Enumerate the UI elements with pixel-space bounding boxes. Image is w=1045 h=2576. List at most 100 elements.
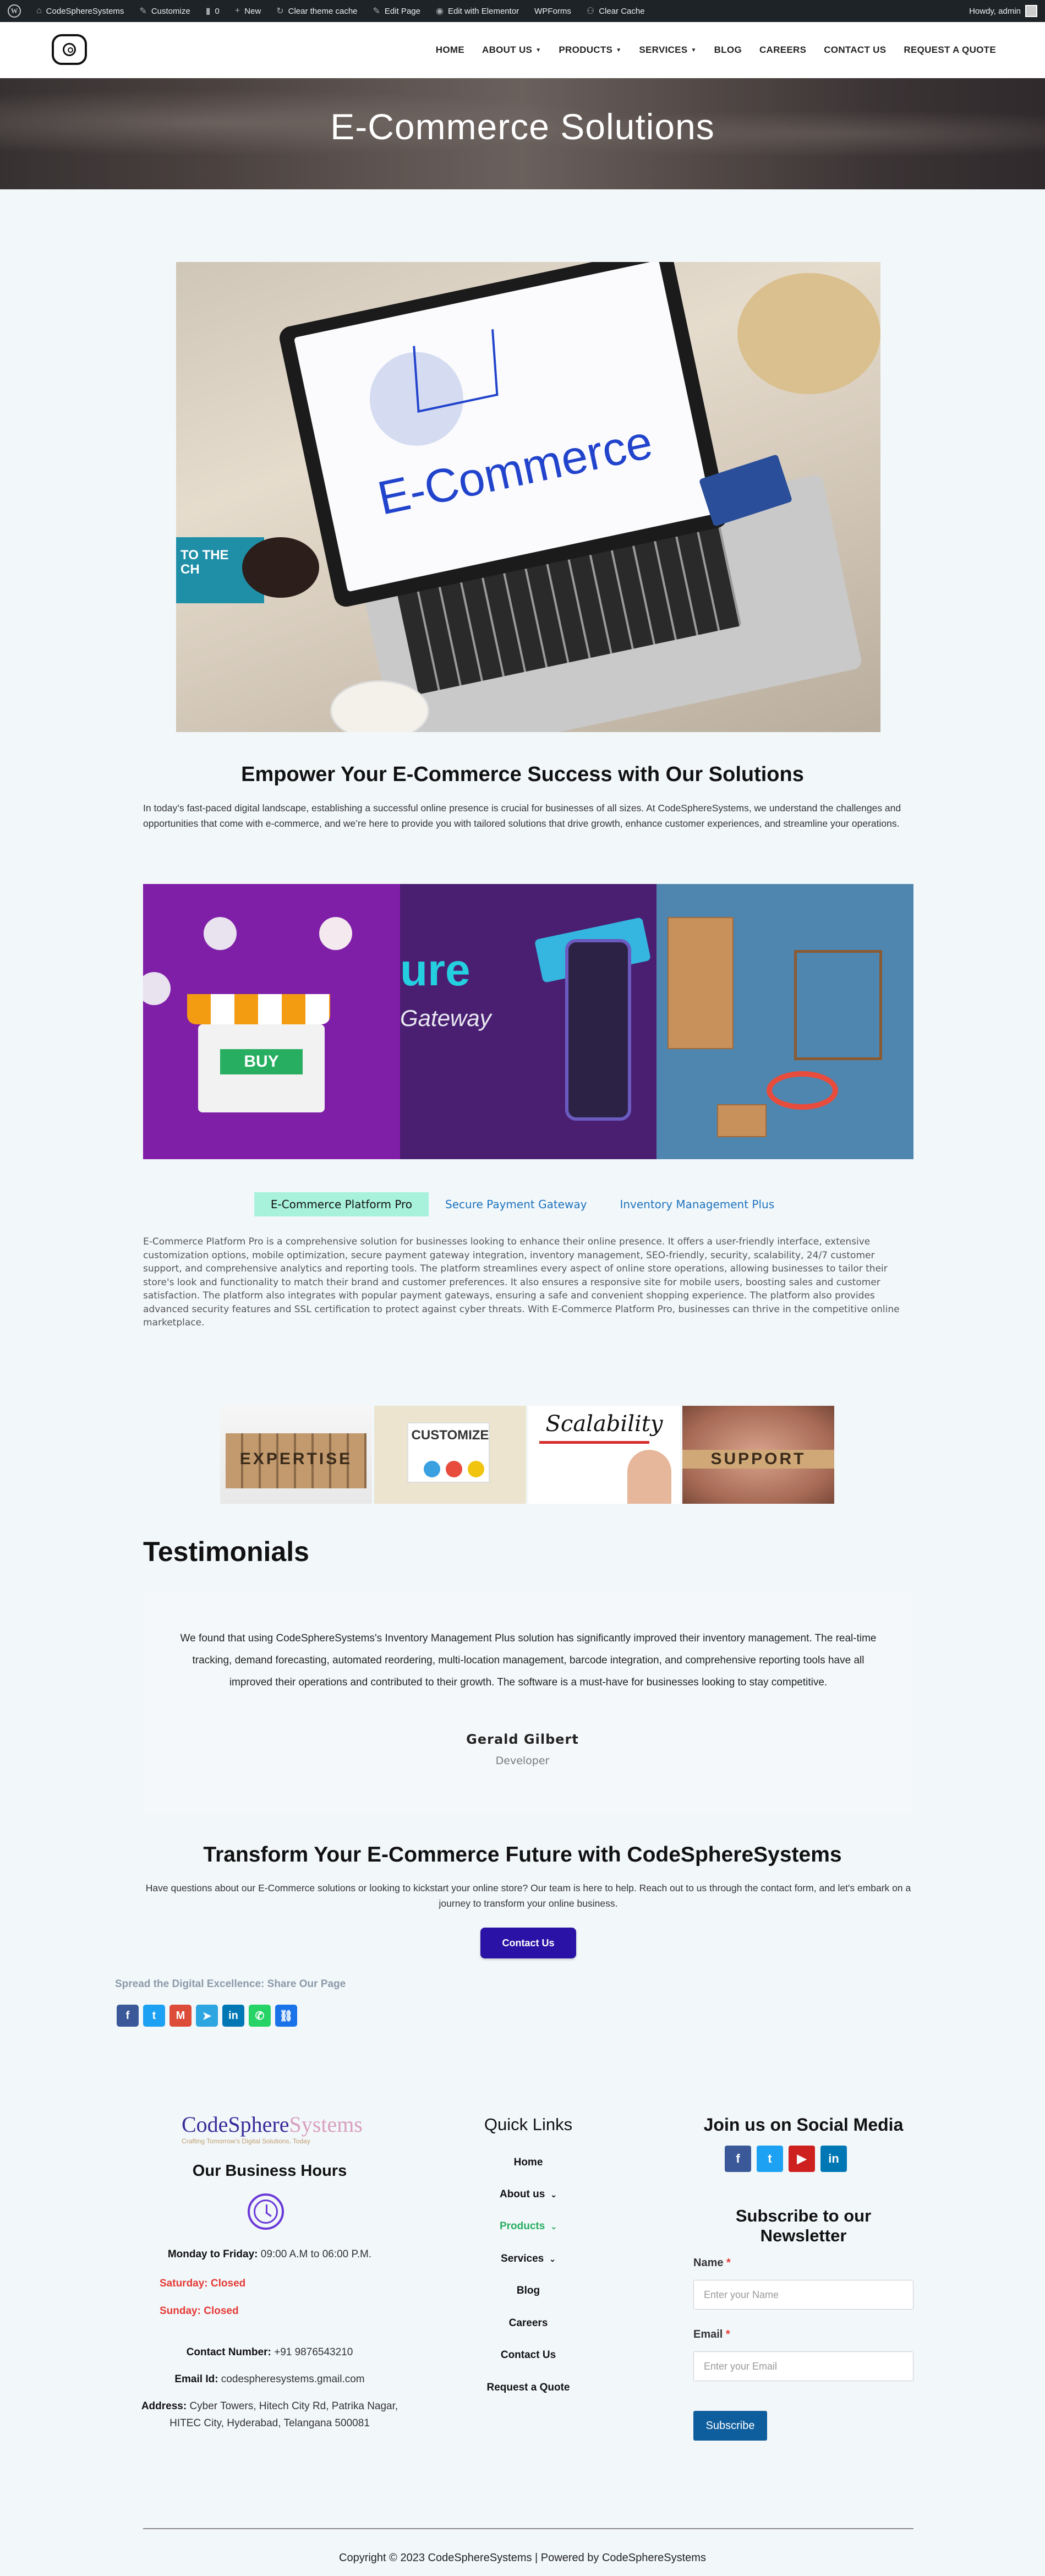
share-twitter-icon[interactable]: t: [143, 2005, 165, 2027]
nav-products[interactable]: PRODUCTS ▼: [550, 45, 630, 56]
warehouse-shelf: [794, 950, 882, 1060]
youtube-icon[interactable]: ▶: [789, 2146, 815, 2172]
admin-comments[interactable]: ▮ 0: [198, 0, 227, 22]
banner-inventory-panel: [656, 884, 913, 1159]
footer-link-contact-us[interactable]: Contact Us: [473, 2349, 583, 2361]
share-telegram-icon[interactable]: ➤: [196, 2005, 218, 2027]
hand-image: [627, 1450, 671, 1504]
customize-dot-yellow: [468, 1461, 484, 1477]
cta-heading: Transform Your E-Commerce Future with Co…: [203, 1843, 842, 1866]
share-whatsapp-icon[interactable]: ✆: [249, 2005, 271, 2027]
testimonial-card: [143, 1592, 913, 1814]
shop-awning: [187, 994, 330, 1024]
linkedin-icon[interactable]: in: [820, 2146, 847, 2172]
payment-word: ure: [400, 945, 470, 995]
clock-icon: [248, 2193, 284, 2230]
email-field-label: Email *: [693, 2328, 730, 2340]
tab-inventory-management-plus[interactable]: Inventory Management Plus: [603, 1192, 791, 1216]
admin-clear-cache[interactable]: ⚇ Clear Cache: [579, 0, 653, 22]
admin-wpforms[interactable]: WPForms: [527, 0, 579, 22]
site-logo[interactable]: [52, 34, 87, 65]
box-small: [717, 1104, 767, 1137]
chevron-down-icon: ⌄: [550, 2190, 557, 2199]
share-title: Spread the Digital Excellence: Share Our…: [115, 1978, 346, 1990]
subscribe-button[interactable]: Subscribe: [693, 2411, 767, 2441]
footer-logo[interactable]: CodeSphereSystems: [182, 2111, 363, 2137]
cache-icon: ⚇: [586, 7, 595, 16]
admin-account[interactable]: Howdy, admin: [961, 0, 1045, 22]
clock-face: [254, 2200, 278, 2224]
refresh-icon: ↻: [276, 7, 284, 16]
name-field[interactable]: Enter your Name: [693, 2280, 913, 2310]
email-field[interactable]: Enter your Email: [693, 2351, 913, 2381]
testimonials-heading: Testimonials: [143, 1536, 309, 1567]
share-facebook-icon[interactable]: f: [117, 2005, 139, 2027]
testimonial-author: Gerald Gilbert: [466, 1732, 579, 1747]
customize-dot-red: [446, 1461, 462, 1477]
magento-badge-icon: [319, 917, 352, 950]
tab-ecommerce-platform-pro[interactable]: E-Commerce Platform Pro: [254, 1192, 429, 1216]
nav-contact-us[interactable]: CONTACT US: [815, 45, 895, 56]
feature-scalability-label: Scalability: [545, 1411, 663, 1437]
hours-saturday: Saturday: Closed: [160, 2278, 246, 2289]
share-copy-link-icon[interactable]: ⛓: [275, 2005, 297, 2027]
nav-home[interactable]: HOME: [427, 45, 473, 56]
hat-decoration: [737, 273, 880, 394]
footer-link-products[interactable]: Products ⌄: [473, 2220, 583, 2233]
admin-clear-theme-cache[interactable]: ↻ Clear theme cache: [269, 0, 365, 22]
comment-icon: ▮: [205, 7, 211, 16]
footer-link-request-quote[interactable]: Request a Quote: [473, 2382, 583, 2394]
hero-banner: E-Commerce Solutions: [0, 78, 1045, 189]
customize-dot-blue: [424, 1461, 440, 1477]
footer-link-about-us[interactable]: About us ⌄: [473, 2188, 583, 2201]
admin-edit-page[interactable]: ✎ Edit Page: [365, 0, 428, 22]
product-tabs: E-Commerce Platform Pro Secure Payment G…: [0, 1192, 1045, 1216]
footer-link-blog[interactable]: Blog: [473, 2285, 583, 2297]
woo-badge-icon: [143, 972, 171, 1005]
testimonial-quote: We found that using CodeSphereSystems's …: [180, 1633, 877, 1688]
wordpress-menu[interactable]: W: [0, 0, 29, 22]
facebook-icon[interactable]: f: [725, 2146, 751, 2172]
magnifier-image: [767, 1071, 838, 1110]
brush-icon: ✎: [139, 7, 147, 16]
elementor-icon: ◉: [435, 7, 444, 16]
admin-edit-elementor[interactable]: ◉ Edit with Elementor: [428, 0, 527, 22]
caret-down-icon: ▼: [535, 47, 541, 53]
admin-customize[interactable]: ✎ Customize: [132, 0, 198, 22]
chevron-down-icon: ⌄: [550, 2222, 557, 2231]
cart-badge-icon: [204, 917, 237, 950]
main-nav: HOME ABOUT US ▼ PRODUCTS ▼ SERVICES ▼ BLOG …: [427, 22, 1005, 78]
nav-request-quote[interactable]: REQUEST A QUOTE: [895, 45, 1005, 56]
avatar: [1025, 5, 1037, 17]
contact-number: Contact Number: +91 9876543210: [186, 2346, 353, 2358]
home-icon: ⌂: [36, 6, 42, 15]
twitter-icon[interactable]: t: [757, 2146, 783, 2172]
cta-paragraph: Have questions about our E-Commerce solu…: [145, 1882, 911, 1909]
nav-services[interactable]: SERVICES ▼: [630, 45, 705, 56]
footer-link-home[interactable]: Home: [473, 2157, 583, 2169]
chevron-down-icon: ⌄: [549, 2254, 556, 2263]
feature-customize-label: CUSTOMIZE: [411, 1428, 489, 1443]
admin-site-name[interactable]: ⌂ CodeSphereSystems: [29, 0, 132, 22]
share-gmail-icon[interactable]: M: [169, 2005, 192, 2027]
caret-down-icon: ▼: [691, 47, 697, 53]
book-text: TO THE CH: [180, 548, 229, 577]
nav-careers[interactable]: CAREERS: [751, 45, 815, 56]
plus-icon: +: [234, 6, 240, 15]
tab-secure-payment-gateway[interactable]: Secure Payment Gateway: [429, 1192, 603, 1216]
feature-support-image: SUPPORT: [682, 1406, 834, 1504]
business-hours-heading: Our Business Hours: [192, 2162, 347, 2180]
footer-link-services[interactable]: Services ⌄: [473, 2253, 583, 2265]
footer-tagline: Crafting Tomorrow's Digital Solutions, T…: [182, 2137, 310, 2145]
admin-new[interactable]: + New: [227, 0, 269, 22]
contact-us-button[interactable]: Contact Us: [480, 1928, 576, 1958]
quick-links-heading: Quick Links: [484, 2115, 573, 2134]
nav-blog[interactable]: BLOG: [705, 45, 751, 56]
testimonial-role: Developer: [495, 1755, 550, 1767]
feature-scalability-image: Scalability: [528, 1406, 680, 1504]
nav-about-us[interactable]: ABOUT US ▼: [473, 45, 550, 56]
shopping-cart-icon: [413, 329, 499, 413]
share-linkedin-icon[interactable]: in: [222, 2005, 244, 2027]
footer-link-careers[interactable]: Careers: [473, 2317, 583, 2329]
feature-expertise-label: EXPERTISE: [239, 1450, 353, 1468]
